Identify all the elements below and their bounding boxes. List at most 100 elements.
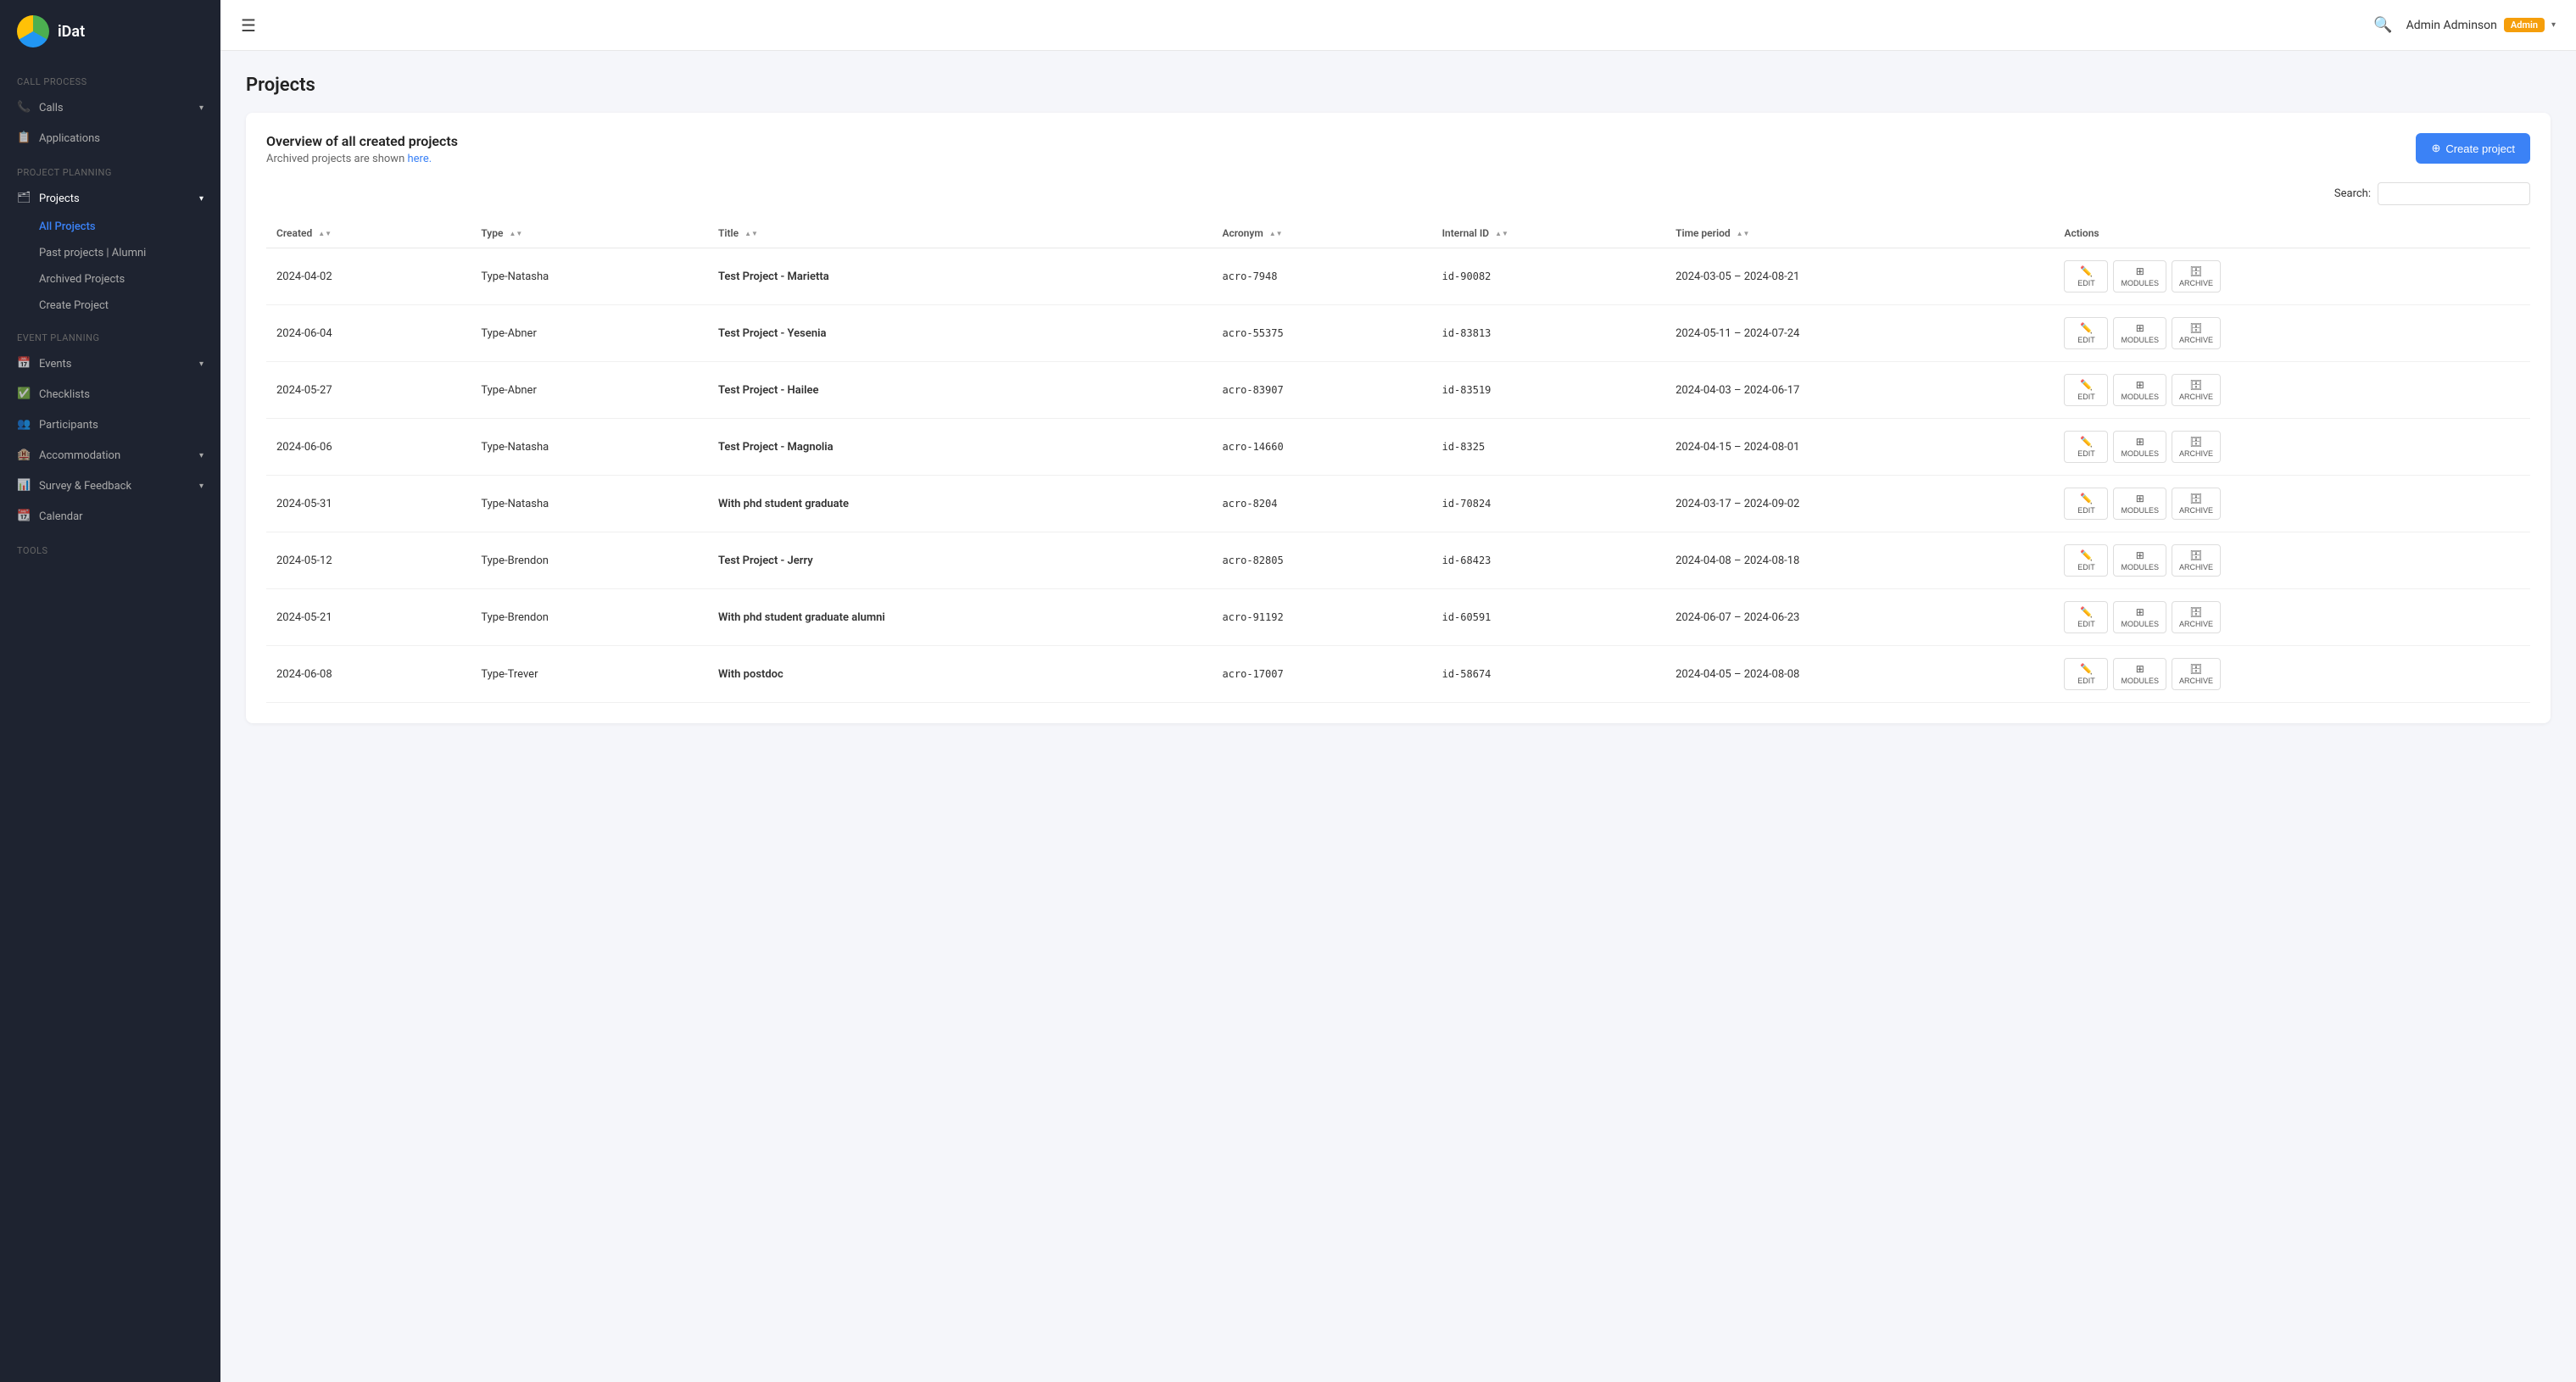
sidebar-item-events[interactable]: 📅 Events ▾: [0, 348, 220, 379]
modules-button-row-5[interactable]: ⊞MODULES: [2113, 544, 2166, 577]
sort-time-period[interactable]: ▲▼: [1737, 230, 1750, 237]
sidebar-item-accommodation[interactable]: 🏨 Accommodation ▾: [0, 440, 220, 471]
sidebar-subitem-all-projects[interactable]: All Projects: [0, 214, 220, 240]
archive-link[interactable]: here.: [407, 153, 432, 165]
col-created: Created ▲▼: [266, 219, 471, 248]
cell-data-5: 2024-05-12: [266, 532, 471, 589]
edit-icon: ✏️: [2080, 379, 2093, 391]
calls-chevron: ▾: [199, 103, 204, 113]
cell-data-2: 2024-04-03 – 2024-06-17: [1665, 362, 2054, 419]
cell-mono-0: id-90082: [1432, 248, 1665, 305]
edit-button-row-3[interactable]: ✏️EDIT: [2064, 431, 2108, 463]
sort-title[interactable]: ▲▼: [744, 230, 758, 237]
sidebar-item-projects[interactable]: 🗂 Projects ▾: [0, 183, 220, 214]
cell-actions-7: ✏️EDIT ⊞ MODULES 🗄ARCHIVE: [2054, 646, 2530, 703]
app-logo[interactable]: iDat: [0, 0, 220, 63]
cell-title-cell-7: With postdoc: [708, 646, 1212, 703]
sidebar-label-accommodation: Accommodation: [39, 449, 120, 462]
col-type: Type ▲▼: [471, 219, 708, 248]
page-content: Projects Overview of all created project…: [220, 51, 2576, 1382]
archive-button-row-3[interactable]: 🗄ARCHIVE: [2172, 431, 2221, 463]
modules-icon: ⊞: [2136, 493, 2144, 504]
archive-label: ARCHIVE: [2179, 506, 2213, 515]
table-row: 2024-05-27Type-AbnerTest Project - Haile…: [266, 362, 2530, 419]
edit-button-row-7[interactable]: ✏️EDIT: [2064, 658, 2108, 690]
sort-acronym[interactable]: ▲▼: [1269, 230, 1283, 237]
sidebar-item-survey-feedback[interactable]: 📊 Survey & Feedback ▾: [0, 471, 220, 501]
modules-button-row-4[interactable]: ⊞MODULES: [2113, 488, 2166, 520]
edit-button-row-5[interactable]: ✏️EDIT: [2064, 544, 2108, 577]
archive-button-row-6[interactable]: 🗄ARCHIVE: [2172, 601, 2221, 633]
modules-label: MODULES: [2121, 449, 2159, 458]
modules-icon: ⊞: [2136, 663, 2144, 675]
section-label-tools: Tools: [0, 532, 220, 561]
app-name: iDat: [58, 23, 85, 41]
sidebar-subitem-create-project[interactable]: Create Project: [0, 293, 220, 319]
cell-mono-0: acro-7948: [1212, 248, 1431, 305]
cell-data-6: 2024-05-21: [266, 589, 471, 646]
header: ☰ 🔍 Admin Adminson Admin ▾: [220, 0, 2576, 51]
modules-button-row-0[interactable]: ⊞MODULES: [2113, 260, 2166, 293]
sidebar-item-participants[interactable]: 👥 Participants: [0, 410, 220, 440]
cell-actions-0: ✏️ EDIT ⊞MODULES🗄ARCHIVE: [2054, 248, 2530, 305]
cell-mono-4: acro-8204: [1212, 476, 1431, 532]
sidebar-subitem-past-projects[interactable]: Past projects | Alumni: [0, 240, 220, 266]
edit-icon: ✏️: [2080, 493, 2093, 504]
cell-actions-2: ✏️EDIT⊞MODULES🗄ARCHIVE: [2054, 362, 2530, 419]
sidebar-item-applications[interactable]: 📋 Applications: [0, 123, 220, 153]
archive-button-row-0[interactable]: 🗄ARCHIVE: [2172, 260, 2221, 293]
header-search-icon[interactable]: 🔍: [2373, 16, 2392, 34]
action-buttons-3: ✏️EDIT⊞MODULES🗄ARCHIVE: [2064, 431, 2520, 463]
sort-internal-id[interactable]: ▲▼: [1495, 230, 1508, 237]
col-internal-id: Internal ID ▲▼: [1432, 219, 1665, 248]
edit-button-row-4[interactable]: ✏️ EDIT: [2064, 488, 2108, 520]
sort-created[interactable]: ▲▼: [318, 230, 332, 237]
archive-button-row-5[interactable]: 🗄ARCHIVE: [2172, 544, 2221, 577]
sidebar-item-calendar[interactable]: 📆 Calendar: [0, 501, 220, 532]
section-label-event-planning: Event Planning: [0, 319, 220, 348]
archive-button-row-1[interactable]: 🗄ARCHIVE: [2172, 317, 2221, 349]
cell-data-4: 2024-05-31: [266, 476, 471, 532]
survey-icon: 📊: [17, 479, 31, 493]
calendar-icon: 📆: [17, 510, 31, 523]
edit-button-row-1[interactable]: ✏️EDIT: [2064, 317, 2108, 349]
cell-data-0: Type-Natasha: [471, 248, 708, 305]
menu-button[interactable]: ☰: [241, 15, 256, 36]
modules-button-row-1[interactable]: ⊞MODULES: [2113, 317, 2166, 349]
edit-icon: ✏️: [2080, 663, 2093, 675]
edit-button-row-0[interactable]: ✏️ EDIT: [2064, 260, 2108, 293]
sidebar-subitem-archived-projects[interactable]: Archived Projects: [0, 266, 220, 293]
create-plus-icon: ⊕: [2431, 142, 2440, 155]
archive-icon: 🗄: [2189, 379, 2202, 391]
modules-button-row-6[interactable]: ⊞MODULES: [2113, 601, 2166, 633]
modules-label: MODULES: [2121, 677, 2159, 685]
archive-button-row-4[interactable]: 🗄ARCHIVE: [2172, 488, 2221, 520]
sidebar-label-checklists: Checklists: [39, 388, 90, 401]
edit-button-row-6[interactable]: ✏️EDIT: [2064, 601, 2108, 633]
modules-button-row-7[interactable]: ⊞ MODULES: [2113, 658, 2166, 690]
cell-data-5: 2024-04-08 – 2024-08-18: [1665, 532, 2054, 589]
cell-mono-1: id-83813: [1432, 305, 1665, 362]
edit-label: EDIT: [2077, 506, 2095, 515]
archive-button-row-2[interactable]: 🗄ARCHIVE: [2172, 374, 2221, 406]
archive-icon: 🗄: [2189, 549, 2202, 561]
edit-button-row-2[interactable]: ✏️EDIT: [2064, 374, 2108, 406]
archive-label: ARCHIVE: [2179, 677, 2213, 685]
edit-icon: ✏️: [2080, 265, 2093, 277]
page-title: Projects: [246, 75, 2551, 96]
header-right: 🔍 Admin Adminson Admin ▾: [2373, 16, 2556, 34]
edit-label: EDIT: [2077, 279, 2095, 287]
sidebar-item-calls[interactable]: 📞 Calls ▾: [0, 92, 220, 123]
sort-type[interactable]: ▲▼: [509, 230, 522, 237]
cell-mono-3: id-8325: [1432, 419, 1665, 476]
archive-button-row-7[interactable]: 🗄ARCHIVE: [2172, 658, 2221, 690]
cell-data-7: 2024-04-05 – 2024-08-08: [1665, 646, 2054, 703]
modules-button-row-3[interactable]: ⊞MODULES: [2113, 431, 2166, 463]
edit-label: EDIT: [2077, 336, 2095, 344]
modules-button-row-2[interactable]: ⊞MODULES: [2113, 374, 2166, 406]
cell-mono-6: acro-91192: [1212, 589, 1431, 646]
search-input[interactable]: [2378, 182, 2530, 205]
create-project-button[interactable]: ⊕ Create project: [2416, 133, 2530, 164]
user-menu-chevron[interactable]: ▾: [2551, 20, 2556, 30]
sidebar-item-checklists[interactable]: ✅ Checklists: [0, 379, 220, 410]
